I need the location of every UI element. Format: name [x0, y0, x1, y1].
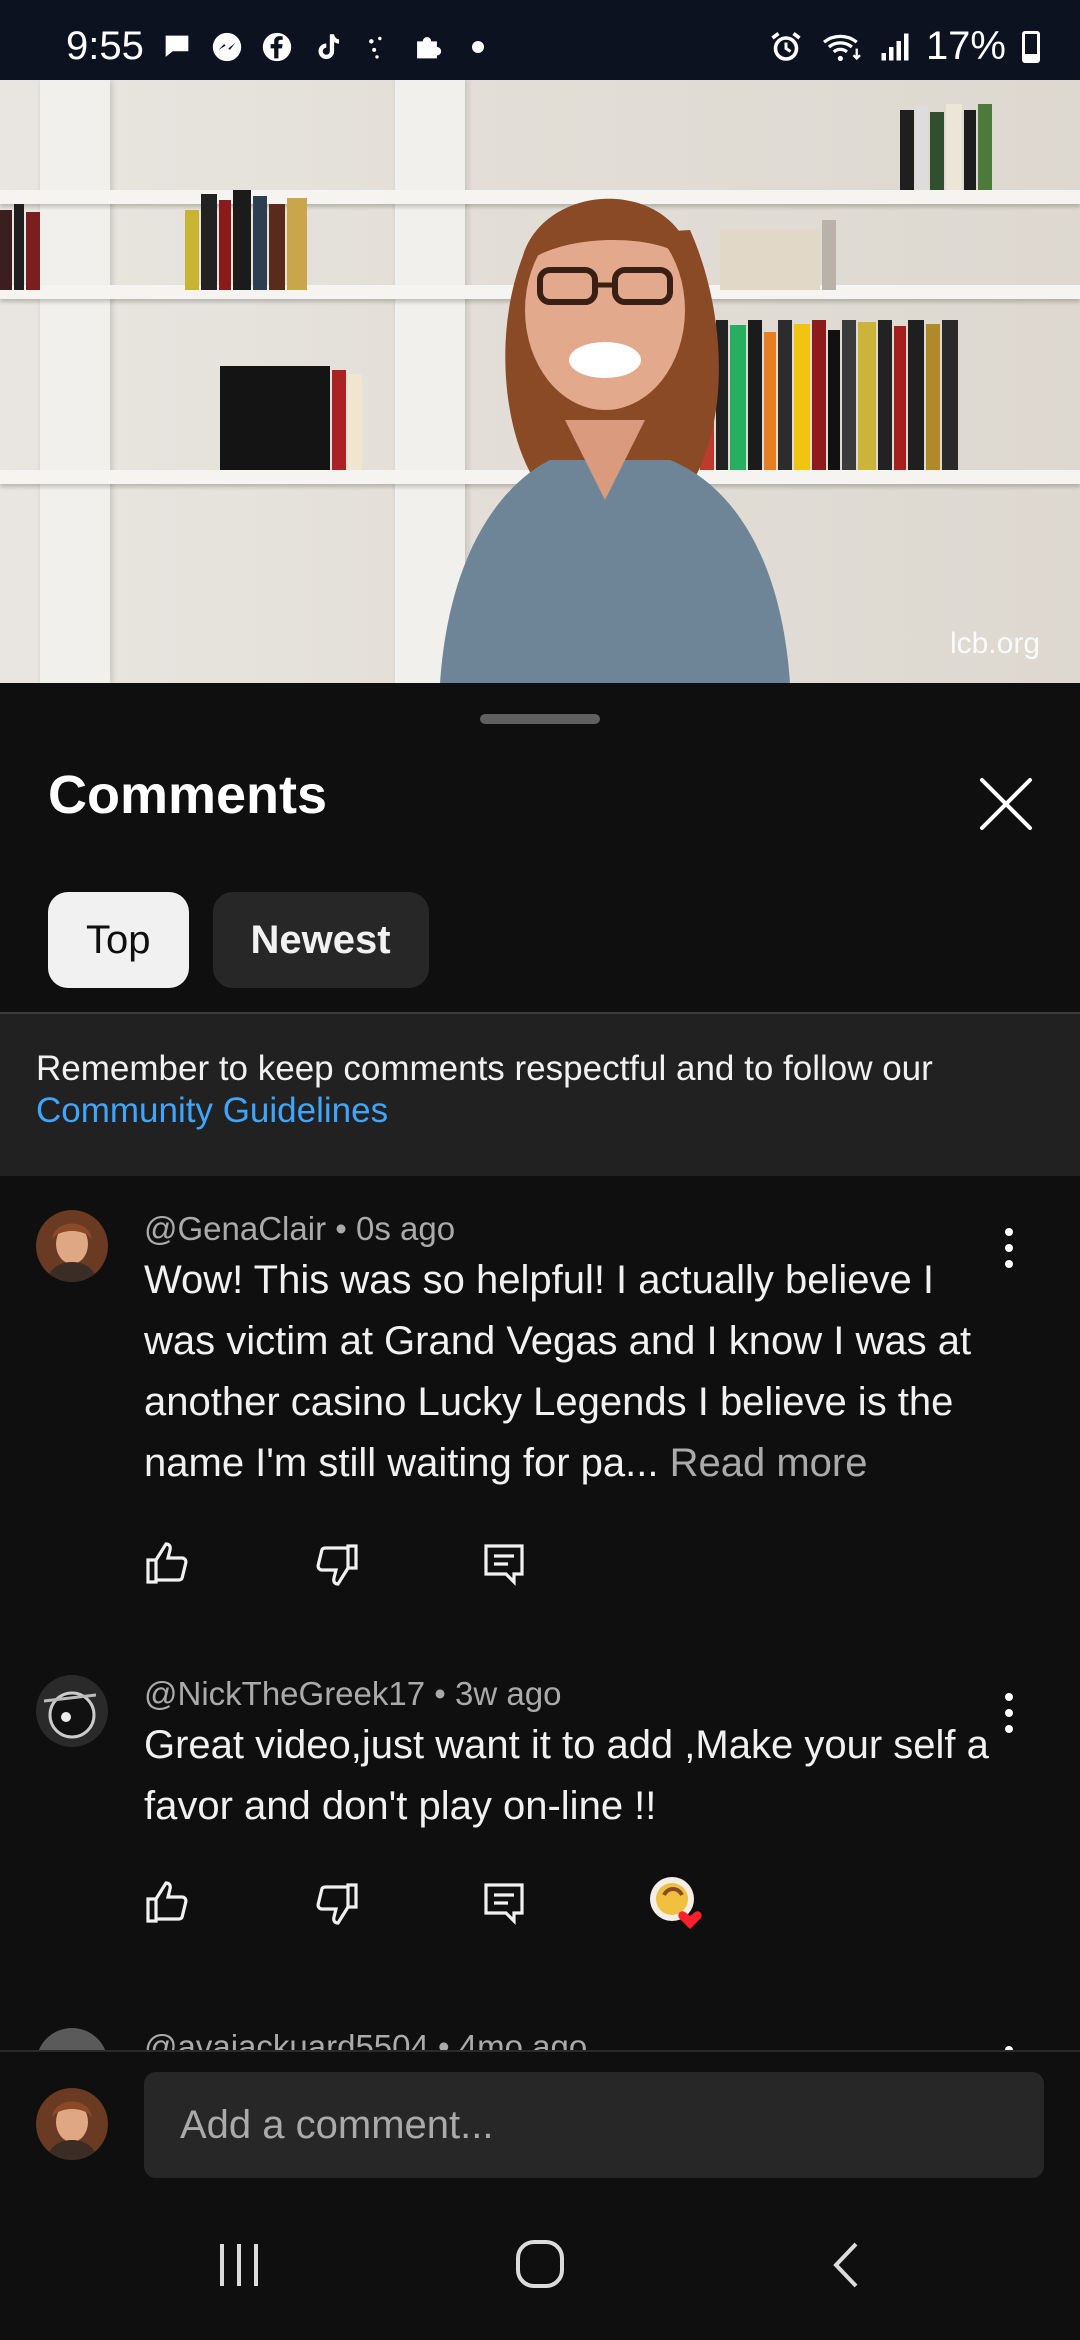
add-comment-input[interactable]: Add a comment...: [144, 2072, 1044, 2178]
chat-bubble-icon: [165, 35, 189, 57]
dot-icon: [472, 41, 484, 53]
home-icon[interactable]: [514, 2238, 566, 2290]
guidelines-banner: Remember to keep comments respectful and…: [0, 1014, 1080, 1176]
facebook-icon: [262, 32, 292, 62]
presenter-figure: [440, 198, 790, 683]
reply-icon[interactable]: [480, 1879, 528, 1927]
comment-actions: [144, 1540, 648, 1588]
status-bar: 9:55 17%: [0, 0, 1080, 80]
recent-apps-icon[interactable]: [214, 2240, 264, 2290]
reply-icon[interactable]: [480, 1540, 528, 1588]
messenger-icon: [212, 32, 242, 62]
comment-body: Great video,just want it to add ,Make yo…: [144, 1723, 989, 1828]
status-right: 17%: [768, 24, 1040, 69]
comment-age: 0s ago: [355, 1210, 456, 1247]
notification-icons: [160, 30, 484, 64]
comment-text: Great video,just want it to add ,Make yo…: [144, 1715, 994, 1837]
close-icon[interactable]: [974, 772, 1038, 836]
battery-icon: [1022, 30, 1040, 63]
dislike-icon[interactable]: [312, 1879, 360, 1927]
add-comment-bar: Add a comment...: [0, 2050, 1080, 2190]
guidelines-text: Remember to keep comments respectful and…: [36, 1049, 933, 1088]
comment-author[interactable]: @NickTheGreek17: [144, 1675, 425, 1712]
more-options-icon[interactable]: [995, 1689, 1023, 1737]
comment-author[interactable]: @GenaClair: [144, 1210, 326, 1247]
book-row: [220, 360, 364, 470]
community-guidelines-link[interactable]: Community Guidelines: [36, 1090, 1044, 1132]
creator-heart-icon: [650, 1877, 702, 1929]
alarm-icon: [771, 31, 801, 61]
sort-chips: Top Newest: [48, 892, 429, 988]
comment-text: Wow! This was so helpful! I actually bel…: [144, 1250, 994, 1494]
video-watermark: lcb.org: [949, 627, 1040, 660]
book-row: [0, 200, 42, 290]
more-options-icon[interactable]: [995, 1224, 1023, 1272]
book-row: [900, 100, 994, 190]
status-time: 9:55: [66, 24, 144, 68]
battery-percent: 17%: [925, 24, 1006, 68]
bookcase-post: [40, 80, 110, 683]
avatar[interactable]: [36, 1675, 108, 1747]
like-icon[interactable]: [144, 1540, 192, 1588]
sheet-title: Comments: [48, 765, 328, 825]
avatar[interactable]: [36, 1210, 108, 1282]
video-player[interactable]: lcb.org: [0, 80, 1080, 683]
signal-icon: [881, 33, 909, 60]
book-row: [185, 180, 309, 290]
back-icon[interactable]: [826, 2240, 866, 2290]
sort-chip-newest[interactable]: Newest: [212, 892, 429, 988]
avatar-image: [36, 1210, 108, 1282]
system-nav-bar: [0, 2190, 1080, 2340]
puzzle-icon: [417, 37, 442, 59]
meta-separator: •: [434, 1675, 446, 1712]
comment-meta: @NickTheGreek17 • 3w ago: [144, 1675, 561, 1713]
comment-meta: @GenaClair • 0s ago: [144, 1210, 455, 1248]
current-user-avatar: [36, 2088, 108, 2160]
dislike-icon[interactable]: [312, 1540, 360, 1588]
drag-handle[interactable]: [480, 714, 600, 724]
comment-actions: [144, 1875, 704, 1931]
sort-chip-top[interactable]: Top: [48, 892, 189, 988]
wifi-icon: [822, 34, 861, 61]
read-more-link[interactable]: Read more: [670, 1441, 868, 1485]
comment-age: 3w ago: [455, 1675, 562, 1712]
sparkle-icon: [369, 36, 382, 59]
tiktok-icon: [318, 34, 340, 60]
avatar-image: [36, 2088, 108, 2160]
meta-separator: •: [335, 1210, 347, 1247]
like-icon[interactable]: [144, 1879, 192, 1927]
avatar-image: [36, 1675, 108, 1747]
